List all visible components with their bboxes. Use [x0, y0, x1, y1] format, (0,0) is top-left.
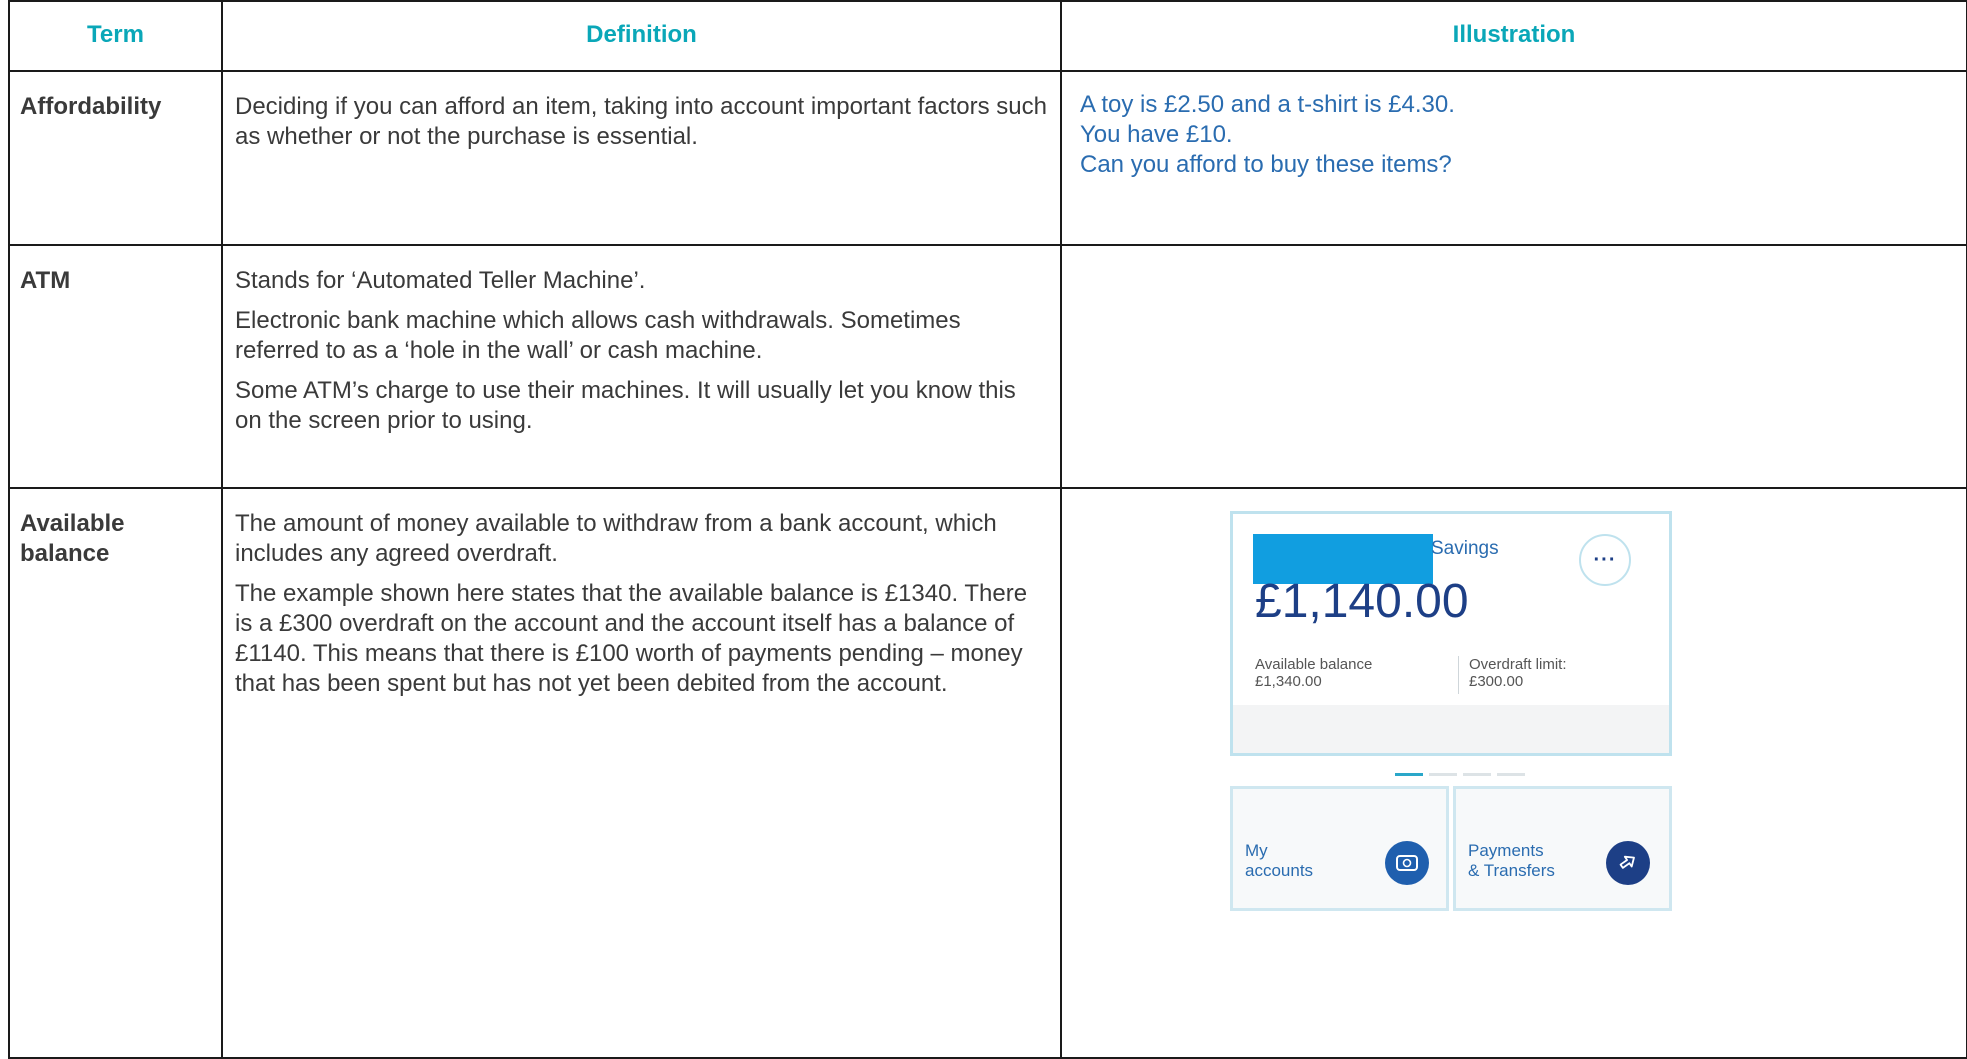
- header-definition: Definition: [221, 0, 1062, 72]
- carousel-dot[interactable]: [1497, 773, 1525, 776]
- definition-text: The amount of money available to withdra…: [235, 510, 997, 567]
- carousel-indicator[interactable]: [1395, 773, 1525, 776]
- header-term: Term: [8, 0, 223, 72]
- term-available-balance: Available balance: [20, 510, 125, 567]
- transfer-icon: [1606, 841, 1650, 885]
- overdraft-limit-value: £300.00: [1469, 673, 1524, 690]
- table-row: Affordability Deciding if you can afford…: [8, 70, 1967, 246]
- available-balance-label: Available balance: [1255, 656, 1373, 673]
- header-row: Term Definition Illustration: [8, 0, 1967, 72]
- my-accounts-button[interactable]: My accounts: [1230, 786, 1449, 911]
- overdraft-limit-label: Overdraft limit:: [1469, 656, 1567, 673]
- definition-text: The example shown here states that the a…: [235, 580, 1028, 697]
- more-button[interactable]: ···: [1579, 534, 1631, 586]
- illustration-line: You have £10.: [1080, 121, 1233, 148]
- available-balance-value: £1,340.00: [1255, 673, 1322, 690]
- banking-app-screenshot: Savings ··· £1,140.00 Available balance …: [1230, 511, 1672, 911]
- payments-transfers-label: Payments & Transfers: [1468, 841, 1555, 880]
- carousel-dot-active[interactable]: [1395, 773, 1423, 776]
- term-cell: Affordability: [8, 70, 223, 246]
- payments-transfers-button[interactable]: Payments & Transfers: [1453, 786, 1672, 911]
- illustration-line: A toy is £2.50 and a t-shirt is £4.30.: [1080, 91, 1455, 118]
- account-balance: £1,140.00: [1255, 575, 1469, 628]
- account-card[interactable]: Savings ··· £1,140.00 Available balance …: [1230, 511, 1672, 756]
- definition-text: Electronic bank machine which allows cas…: [235, 307, 961, 364]
- glossary-table: Term Definition Illustration Affordabili…: [8, 0, 1967, 1059]
- more-icon: ···: [1593, 549, 1617, 571]
- table-row: ATM Stands for ‘Automated Teller Machine…: [8, 244, 1967, 489]
- illustration-line: Can you afford to buy these items?: [1080, 151, 1452, 178]
- definition-cell: The amount of money available to withdra…: [221, 487, 1062, 1059]
- term-cell: ATM: [8, 244, 223, 489]
- illustration-cell-empty: [1060, 244, 1967, 489]
- header-illustration: Illustration: [1060, 0, 1967, 72]
- term-atm: ATM: [20, 267, 71, 294]
- definition-cell: Stands for ‘Automated Teller Machine’. E…: [221, 244, 1062, 489]
- my-accounts-label: My accounts: [1245, 841, 1314, 880]
- illustration-cell: A toy is £2.50 and a t-shirt is £4.30. Y…: [1060, 70, 1967, 246]
- definition-text: Deciding if you can afford an item, taki…: [235, 93, 1047, 150]
- table-row: Available balance The amount of money av…: [8, 487, 1967, 1059]
- definition-cell: Deciding if you can afford an item, taki…: [221, 70, 1062, 246]
- definition-text: Some ATM’s charge to use their machines.…: [235, 377, 1016, 434]
- carousel-dot[interactable]: [1463, 773, 1491, 776]
- term-cell: Available balance: [8, 487, 223, 1059]
- account-type: Savings: [1431, 538, 1499, 559]
- divider: [1458, 656, 1459, 694]
- card-footer: [1233, 705, 1669, 753]
- definition-text: Stands for ‘Automated Teller Machine’.: [235, 267, 646, 294]
- illustration-cell: Savings ··· £1,140.00 Available balance …: [1060, 487, 1967, 1059]
- wallet-icon: [1385, 841, 1429, 885]
- term-affordability: Affordability: [20, 93, 162, 120]
- carousel-dot[interactable]: [1429, 773, 1457, 776]
